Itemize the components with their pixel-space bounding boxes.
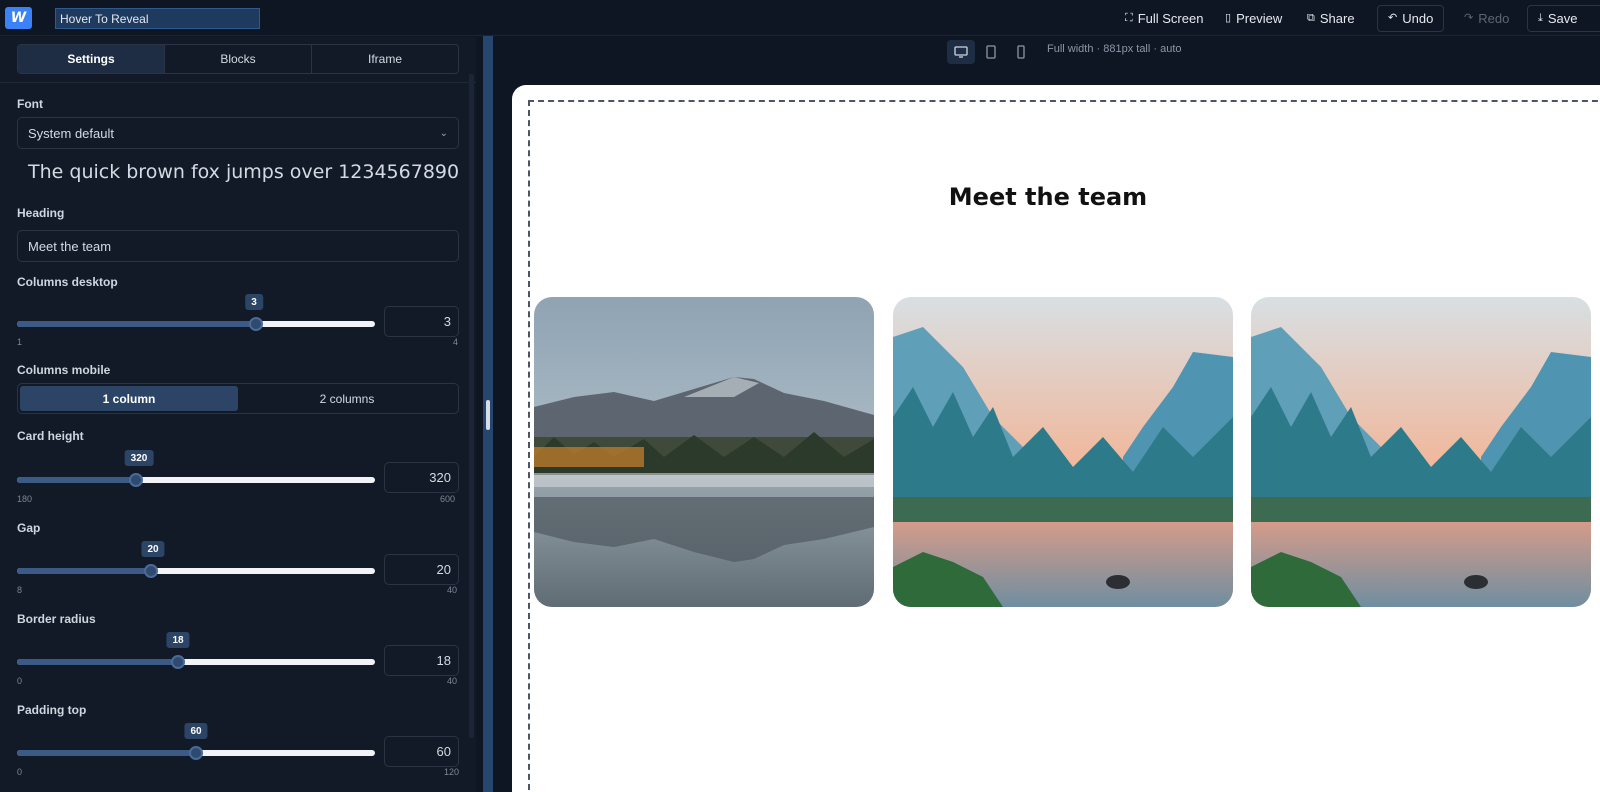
share-label: Share [1319,10,1355,26]
team-heading[interactable]: Meet the team [512,183,1584,211]
columns-desktop-max: 4 [453,337,459,347]
font-preview-text: The quick brown fox jumps over 123456789… [28,161,460,183]
undo-button[interactable]: ↶ Undo [1377,5,1445,32]
canvas-area: Full width · 881px tall · auto Meet the … [500,36,1600,792]
tab-blocks[interactable]: Blocks [165,45,312,73]
desktop-icon [954,46,968,58]
columns-desktop-bubble: 3 [245,294,263,310]
border-radius-label: Border radius [17,612,96,626]
slider-thumb[interactable] [171,655,186,669]
columns-desktop-input[interactable]: 3 [384,306,459,337]
padding-top-min: 0 [17,767,23,777]
gap-bubble: 20 [141,541,165,557]
share-button[interactable]: ⧉ Share [1307,6,1355,30]
slider-fill [17,477,137,483]
save-icon: ⤓ [1538,12,1543,24]
card-height-bubble: 320 [124,450,154,466]
card-height-input[interactable]: 320 [384,462,459,493]
border-radius-max: 40 [447,676,458,686]
undo-label: Undo [1402,11,1434,26]
tablet-icon [986,45,996,59]
full-screen-label: Full Screen [1137,10,1204,26]
redo-icon: ↷ [1464,11,1474,24]
mountain-lake-image [534,297,874,607]
panel-tabs: Settings Blocks Iframe [17,44,459,74]
slider-thumb[interactable] [129,473,144,487]
top-bar: W ⛶ Full Screen ▯ Preview ⧉ Share ↶ Undo… [0,0,1600,36]
undo-icon: ↶ [1388,12,1398,24]
slider-fill [17,568,152,574]
tab-iframe[interactable]: Iframe [312,45,458,73]
save-label: Save [1547,11,1578,26]
chevron-down-icon: ⌄ [439,127,448,139]
columns-desktop-label: Columns desktop [17,275,118,289]
mobile-view-button[interactable] [1007,40,1035,64]
gap-label: Gap [17,521,41,535]
desktop-view-button[interactable] [947,40,975,64]
border-radius-input[interactable]: 18 [384,645,459,676]
valley-river-image [893,297,1233,607]
padding-top-max: 120 [444,767,460,777]
padding-top-label: Padding top [17,703,87,717]
project-title-input[interactable] [55,8,260,29]
slider-thumb[interactable] [144,564,159,578]
slider-fill [17,750,196,756]
slider-fill [17,321,256,327]
team-card-3[interactable] [1251,297,1591,607]
redo-label: Redo [1478,10,1510,26]
panel-scrollbar[interactable] [469,74,474,738]
slider-thumb[interactable] [189,746,203,760]
page-preview: Meet the team [512,85,1600,792]
preview-label: Preview [1236,10,1283,26]
drag-handle[interactable] [486,400,490,430]
border-radius-slider[interactable] [17,655,375,669]
card-height-label: Card height [17,429,84,443]
card-height-max: 600 [440,494,456,504]
expand-icon: ⛶ [1125,11,1133,24]
gap-min: 8 [17,585,23,595]
gap-input[interactable]: 20 [384,554,459,585]
tablet-view-button[interactable] [977,40,1005,64]
padding-top-slider[interactable] [17,746,375,760]
padding-top-input[interactable]: 60 [384,736,459,767]
columns-desktop-slider[interactable] [17,317,375,331]
heading-label: Heading [17,206,65,220]
card-height-min: 180 [17,494,33,504]
padding-top-bubble: 60 [184,723,208,739]
tab-settings[interactable]: Settings [18,45,165,73]
two-columns-option[interactable]: 2 columns [238,386,456,411]
dimensions-readout: Full width · 881px tall · auto [1047,43,1182,55]
slider-fill [17,659,179,665]
team-card-2[interactable] [893,297,1233,607]
mobile-icon [1017,45,1025,59]
font-label: Font [17,97,43,111]
panel-splitter[interactable] [476,36,500,792]
heading-input[interactable]: Meet the team [17,230,459,262]
font-select[interactable]: System default ⌄ [17,117,459,149]
one-column-option[interactable]: 1 column [20,386,238,411]
book-icon: ▯ [1225,11,1232,24]
slider-thumb[interactable] [248,317,263,331]
border-radius-bubble: 18 [166,632,190,648]
valley-river-image [1251,297,1591,607]
font-select-value: System default [28,125,114,141]
settings-panel: Settings Blocks Iframe Font System defau… [0,37,476,792]
panel-divider [0,82,476,83]
columns-desktop-min: 1 [17,337,23,347]
share-icon: ⧉ [1307,11,1315,24]
gap-slider[interactable] [17,564,375,578]
columns-mobile-toggle: 1 column 2 columns [17,383,459,414]
columns-mobile-label: Columns mobile [17,363,111,377]
border-radius-min: 0 [17,676,23,686]
team-card-1[interactable] [534,297,874,607]
save-button[interactable]: ⤓ Save [1527,5,1600,32]
full-screen-button[interactable]: ⛶ Full Screen [1125,6,1203,30]
device-toolbar: Full width · 881px tall · auto [500,36,1600,84]
gap-max: 40 [447,585,458,595]
preview-button[interactable]: ▯ Preview [1225,6,1282,30]
redo-button[interactable]: ↷ Redo [1464,6,1509,30]
app-logo[interactable]: W [5,7,32,29]
card-height-slider[interactable] [17,473,375,487]
